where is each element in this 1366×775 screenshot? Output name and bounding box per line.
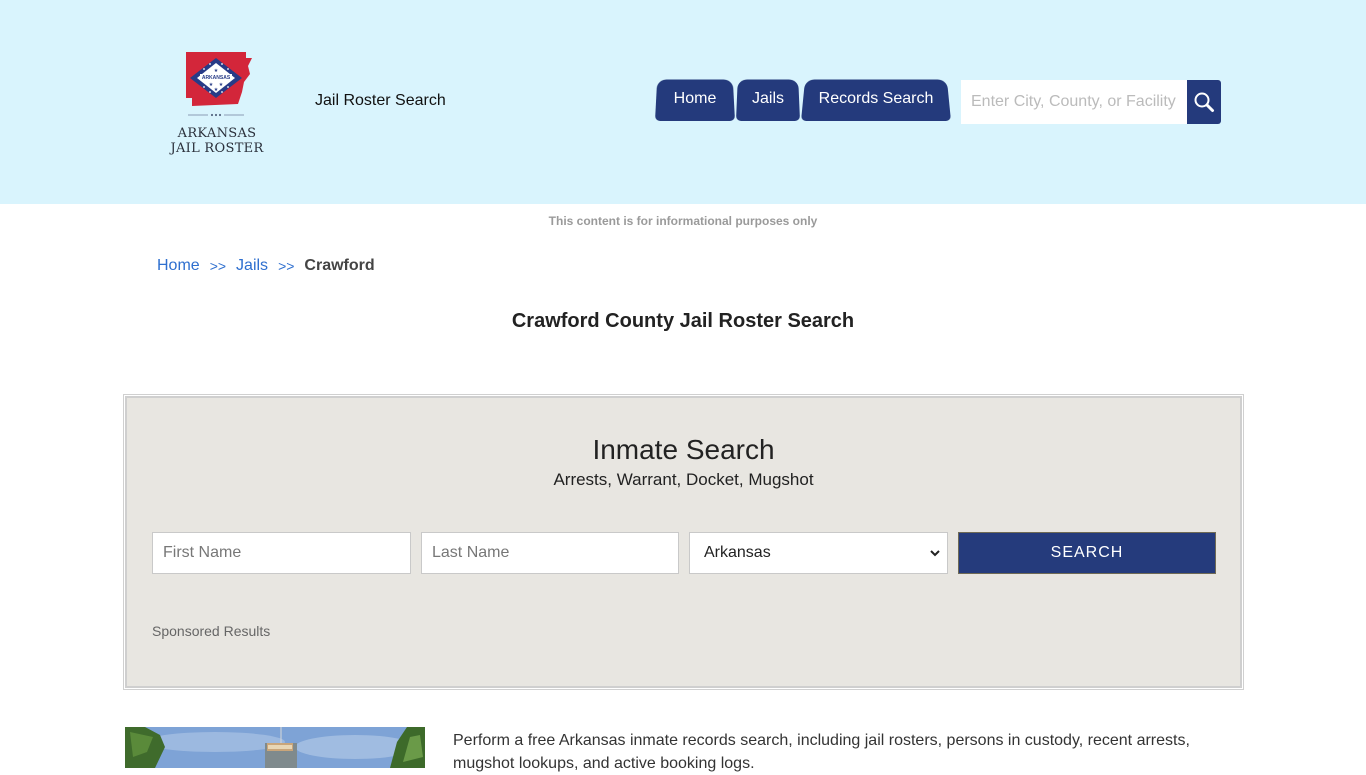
svg-text:★: ★ [219, 82, 224, 88]
svg-text:ARKANSAS: ARKANSAS [202, 75, 231, 81]
arkansas-flag-icon: ARKANSAS ★ ★ ★ ★ [186, 52, 252, 117]
site-header: ARKANSAS ★ ★ ★ ★ ARKANSAS JAIL ROSTER Ja… [0, 0, 1366, 204]
inmate-search-panel: Inmate Search Arrests, Warrant, Docket, … [123, 394, 1244, 690]
nav-home-label: Home [673, 90, 717, 107]
logo-line-1: ARKANSAS [177, 126, 257, 141]
logo-line-2: JAIL ROSTER [170, 141, 264, 156]
chevron-down-icon [930, 550, 940, 557]
breadcrumb-home[interactable]: Home [157, 257, 200, 276]
logo-wordmark: ARKANSAS JAIL ROSTER [168, 126, 266, 156]
svg-text:★: ★ [214, 68, 219, 74]
state-select-value: Arkansas [704, 544, 771, 561]
first-name-input[interactable] [152, 532, 411, 574]
disclaimer: This content is for informational purpos… [548, 214, 818, 228]
breadcrumb-jails[interactable]: Jails [236, 257, 268, 276]
nav-jails[interactable]: Jails [736, 77, 800, 121]
breadcrumb: Home >> Jails >> Crawford [157, 257, 375, 276]
nav-home[interactable]: Home [655, 77, 735, 121]
jail-photo [125, 727, 425, 768]
inmate-search-subtitle: Arrests, Warrant, Docket, Mugshot [553, 470, 814, 489]
search-icon [1194, 92, 1214, 112]
intro-paragraph: Perform a free Arkansas inmate records s… [453, 732, 1190, 772]
breadcrumb-separator: >> [278, 258, 295, 274]
courthouse-image [125, 727, 425, 768]
sponsored-results-label: Sponsored Results [152, 623, 271, 639]
main-nav: Home Jails Records Search [655, 77, 952, 121]
search-button[interactable]: SEARCH [958, 532, 1216, 574]
site-search-input[interactable] [961, 80, 1187, 124]
page-title: Crawford County Jail Roster Search [511, 310, 855, 332]
state-select[interactable]: Arkansas [689, 532, 948, 574]
site-search-button[interactable] [1187, 80, 1221, 124]
site-search [961, 80, 1221, 124]
nav-jails-label: Jails [751, 90, 784, 107]
breadcrumb-current: Crawford [304, 257, 375, 274]
site-logo[interactable]: ARKANSAS ★ ★ ★ ★ ARKANSAS JAIL ROSTER [168, 48, 266, 160]
svg-text:★: ★ [214, 87, 219, 93]
inmate-search-title: Inmate Search [592, 434, 775, 465]
site-title[interactable]: Jail Roster Search [315, 92, 446, 110]
last-name-input[interactable] [421, 532, 679, 574]
breadcrumb-separator: >> [209, 258, 227, 274]
nav-records-search[interactable]: Records Search [801, 77, 951, 121]
nav-records-label: Records Search [818, 90, 934, 107]
